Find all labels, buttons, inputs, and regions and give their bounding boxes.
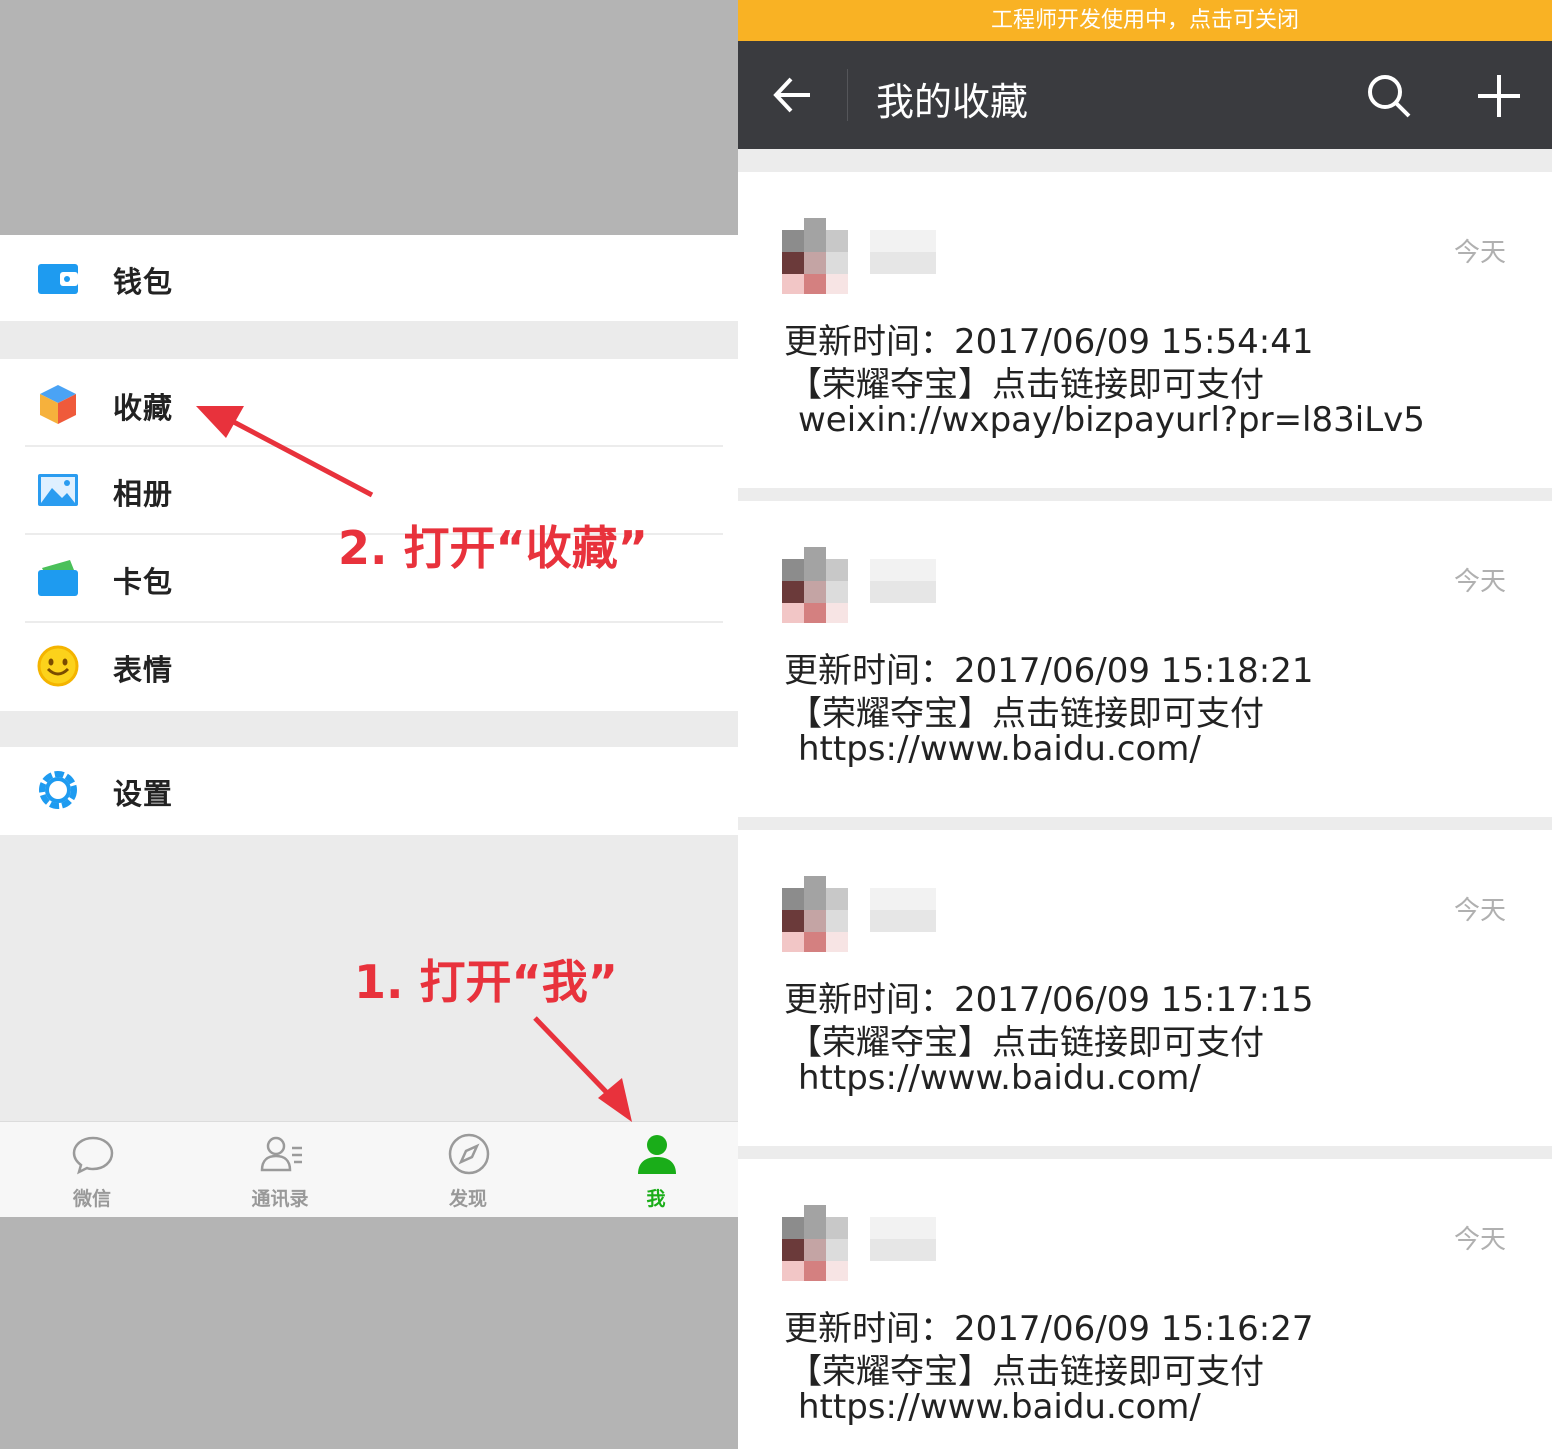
nav-bar: 我的收藏 [738, 41, 1552, 149]
item-text: 【荣耀夺宝】点击链接即可支付 [788, 1352, 1264, 1392]
item-link[interactable]: https://www.baidu.com/ [798, 1387, 1201, 1427]
arrow-to-favorites [228, 417, 374, 498]
annotation-step-2: 2. 打开“收藏” [338, 521, 648, 575]
item-update-time: 更新时间：2017/06/09 15:16:27 [784, 1309, 1314, 1349]
item-update-time: 更新时间：2017/06/09 15:54:41 [784, 322, 1314, 362]
item-link[interactable]: https://www.baidu.com/ [798, 729, 1201, 769]
item-link[interactable]: https://www.baidu.com/ [798, 1058, 1201, 1098]
item-text: 【荣耀夺宝】点击链接即可支付 [788, 365, 1264, 405]
favorite-card[interactable]: 今天 更新时间：2017/06/09 15:54:41 【荣耀夺宝】点击链接即可… [738, 172, 1552, 488]
item-update-time: 更新时间：2017/06/09 15:17:15 [784, 980, 1314, 1020]
back-arrow-icon[interactable] [772, 74, 814, 116]
blurred-thumbnail [782, 547, 936, 623]
item-date: 今天 [1453, 567, 1506, 597]
arrow-to-me-tab [533, 1016, 614, 1100]
add-icon[interactable] [1476, 73, 1522, 119]
item-link[interactable]: weixin://wxpay/bizpayurl?pr=l83iLv5 [798, 400, 1425, 440]
blurred-thumbnail [782, 218, 936, 294]
arrowhead-me-tab [598, 1078, 632, 1122]
blurred-thumbnail [782, 876, 936, 952]
favorite-card[interactable]: 今天 更新时间：2017/06/09 15:16:27 【荣耀夺宝】点击链接即可… [738, 1159, 1552, 1449]
blurred-thumbnail [782, 1205, 936, 1281]
item-update-time: 更新时间：2017/06/09 15:18:21 [784, 651, 1314, 691]
item-text: 【荣耀夺宝】点击链接即可支付 [788, 694, 1264, 734]
favorite-card[interactable]: 今天 更新时间：2017/06/09 15:17:15 【荣耀夺宝】点击链接即可… [738, 830, 1552, 1146]
item-date: 今天 [1453, 896, 1506, 926]
page-title: 我的收藏 [876, 80, 1029, 124]
annotation-arrows [196, 406, 632, 1122]
nav-separator [847, 69, 848, 121]
dev-mode-banner[interactable]: 工程师开发使用中，点击可关闭 [738, 0, 1552, 41]
annotation-step-1: 1. 打开“我” [354, 955, 618, 1009]
favorite-card[interactable]: 今天 更新时间：2017/06/09 15:18:21 【荣耀夺宝】点击链接即可… [738, 501, 1552, 817]
item-text: 【荣耀夺宝】点击链接即可支付 [788, 1023, 1264, 1063]
item-date: 今天 [1453, 1225, 1506, 1255]
search-icon[interactable] [1366, 73, 1412, 119]
me-screen: 钱包 收藏 相册 卡包 表情 设置 微信 通讯录 发现 我 2. 打开“收藏” … [0, 0, 738, 1449]
item-date: 今天 [1453, 238, 1506, 268]
favorites-screen: 工程师开发使用中，点击可关闭 我的收藏 今天 更新时间：2017/06/09 1… [738, 0, 1552, 1449]
